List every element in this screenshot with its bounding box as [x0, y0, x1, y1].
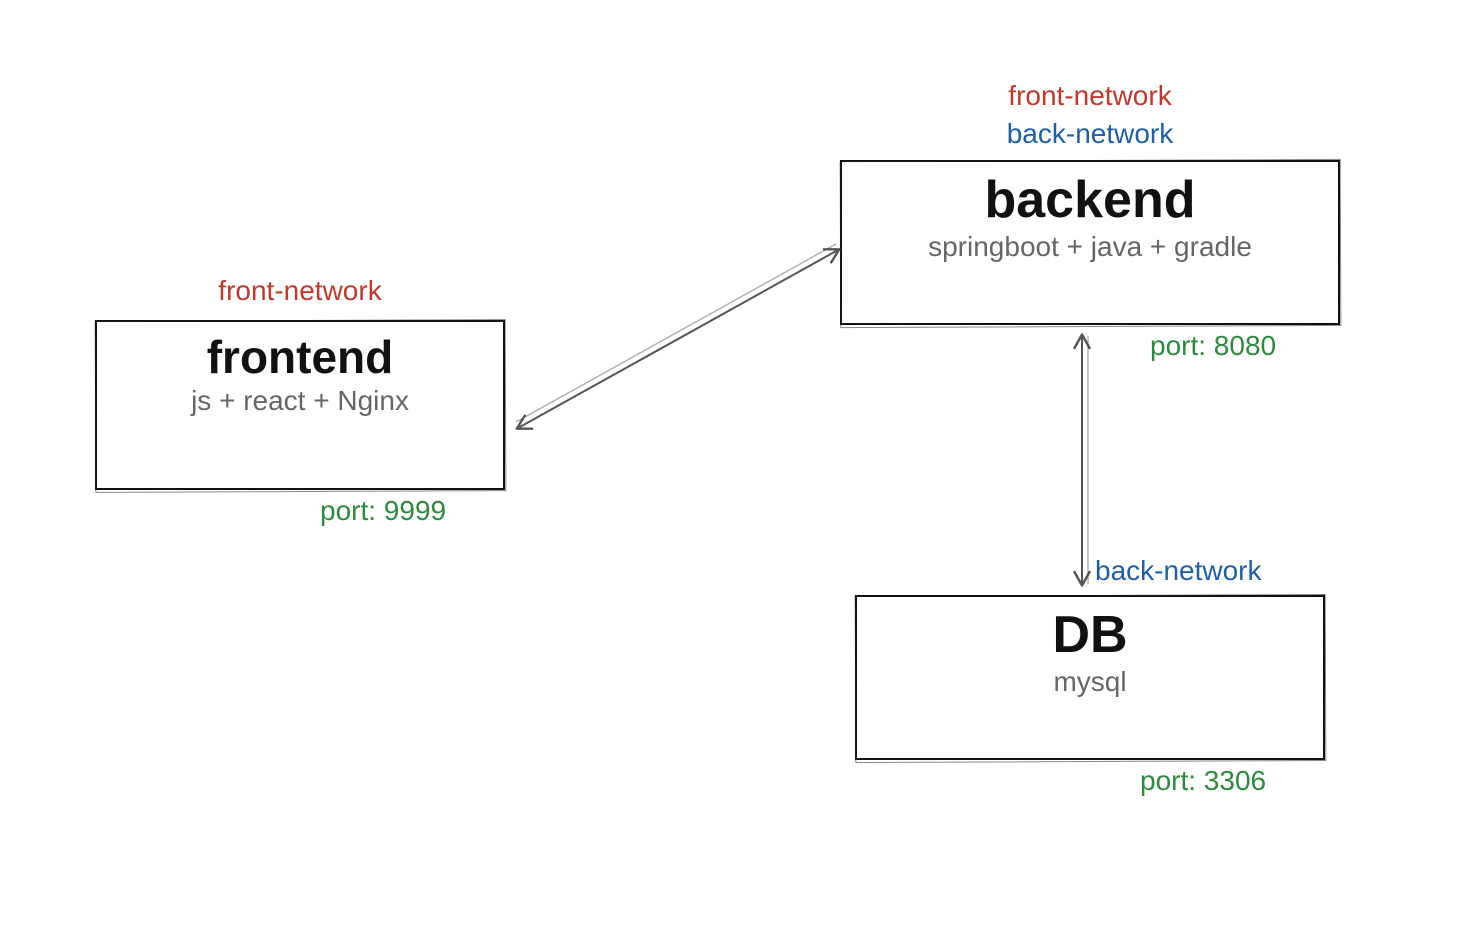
db-port: port: 3306: [1140, 765, 1266, 797]
db-network-label-back: back-network: [1095, 555, 1262, 587]
backend-tech: springboot + java + gradle: [852, 231, 1328, 263]
frontend-tech: js + react + Nginx: [107, 385, 493, 417]
backend-port: port: 8080: [1150, 330, 1276, 362]
backend-title: backend: [852, 172, 1328, 229]
db-node: DB mysql: [855, 595, 1325, 760]
frontend-port: port: 9999: [320, 495, 446, 527]
frontend-node: frontend js + react + Nginx: [95, 320, 505, 490]
backend-node: backend springboot + java + gradle: [840, 160, 1340, 325]
db-tech: mysql: [867, 666, 1313, 698]
db-title: DB: [867, 607, 1313, 664]
backend-network-label-front: front-network: [840, 80, 1340, 112]
frontend-title: frontend: [107, 332, 493, 383]
edge-frontend-backend: [516, 244, 838, 428]
edge-backend-db: [1082, 336, 1088, 584]
frontend-network-label-front: front-network: [110, 275, 490, 307]
backend-network-label-back: back-network: [840, 118, 1340, 150]
